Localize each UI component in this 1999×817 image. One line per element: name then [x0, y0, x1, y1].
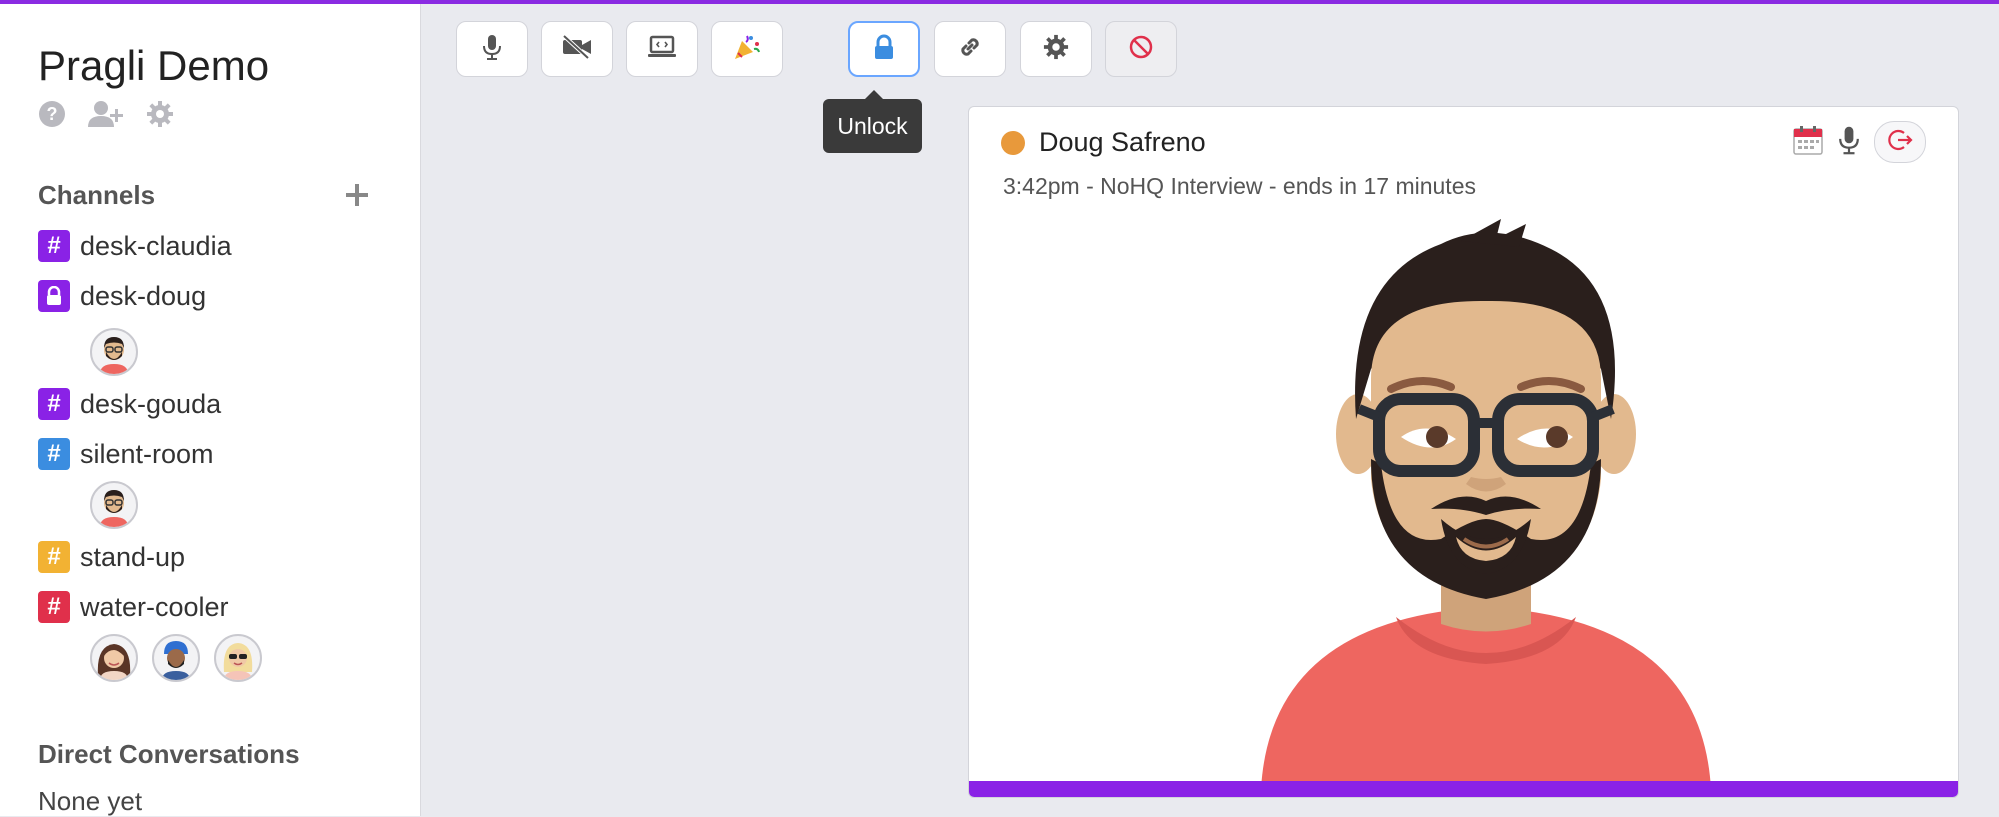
gear-icon[interactable] [146, 100, 174, 128]
hash-icon: # [38, 230, 70, 262]
screen-share-button[interactable] [626, 21, 698, 77]
channel-silent-room[interactable]: # silent-room [38, 438, 214, 470]
avatar[interactable] [90, 328, 138, 376]
channel-desk-gouda[interactable]: # desk-gouda [38, 388, 221, 420]
avatar[interactable] [152, 634, 200, 682]
microphone-button[interactable] [456, 21, 528, 77]
channel-label: desk-claudia [80, 230, 232, 261]
video-card[interactable]: Doug Safreno 3:42pm - NoHQ Interview - e… [968, 106, 1959, 798]
avatar[interactable] [90, 481, 138, 529]
lock-room-button[interactable] [848, 21, 920, 77]
channel-members [90, 328, 138, 376]
screen-share-icon [647, 35, 677, 64]
channel-label: desk-gouda [80, 388, 222, 419]
card-actions [1792, 121, 1926, 163]
direct-conversations-heading: Direct Conversations [38, 739, 300, 769]
channel-desk-doug[interactable]: desk-doug [38, 280, 206, 312]
workspace-title: Pragli Demo [38, 42, 270, 89]
lock-icon [872, 34, 896, 65]
direct-conversations-empty: None yet [38, 786, 143, 816]
lock-icon [38, 280, 70, 312]
video-toggle-button[interactable] [541, 21, 613, 77]
gear-icon [1043, 34, 1069, 65]
party-popper-icon [732, 32, 762, 67]
channel-stand-up[interactable]: # stand-up [38, 541, 185, 573]
microphone-icon[interactable] [1838, 124, 1860, 161]
avatar[interactable] [214, 634, 262, 682]
copy-link-button[interactable] [934, 21, 1006, 77]
channel-label: water-cooler [80, 591, 229, 622]
leave-button[interactable] [1874, 121, 1926, 163]
video-off-icon [561, 34, 593, 65]
add-user-icon[interactable] [88, 100, 124, 128]
block-icon [1128, 34, 1154, 65]
add-channel-icon[interactable] [342, 180, 372, 210]
participant-avatar [1261, 219, 1711, 794]
svg-text:?: ? [47, 104, 58, 124]
do-not-disturb-button[interactable] [1105, 21, 1177, 77]
link-icon [956, 33, 984, 66]
channels-heading: Channels [38, 180, 156, 210]
help-icon[interactable]: ? [38, 100, 66, 128]
unlock-tooltip: Unlock [823, 90, 922, 153]
channel-label: stand-up [80, 541, 186, 572]
sidebar: Pragli Demo ? Channels # desk-claudia de… [0, 4, 421, 816]
channel-desk-claudia[interactable]: # desk-claudia [38, 230, 232, 262]
avatar[interactable] [90, 634, 138, 682]
presence-indicator [1001, 131, 1025, 155]
channel-label: desk-doug [80, 280, 207, 311]
leave-icon [1887, 127, 1913, 158]
channel-members [90, 481, 138, 529]
hash-icon: # [38, 438, 70, 470]
channel-members [90, 634, 262, 682]
speaking-indicator-bar [969, 781, 1958, 797]
celebrate-button[interactable] [711, 21, 783, 77]
participant-name: Doug Safreno [1039, 127, 1206, 157]
microphone-icon [482, 33, 502, 66]
hash-icon: # [38, 591, 70, 623]
channel-water-cooler[interactable]: # water-cooler [38, 591, 229, 623]
channel-label: silent-room [80, 438, 214, 469]
hash-icon: # [38, 541, 70, 573]
room-settings-button[interactable] [1020, 21, 1092, 77]
hash-icon: # [38, 388, 70, 420]
calendar-icon[interactable] [1792, 124, 1824, 161]
participant-status: 3:42pm - NoHQ Interview - ends in 17 min… [1003, 173, 1476, 199]
workspace-actions: ? [38, 100, 174, 128]
